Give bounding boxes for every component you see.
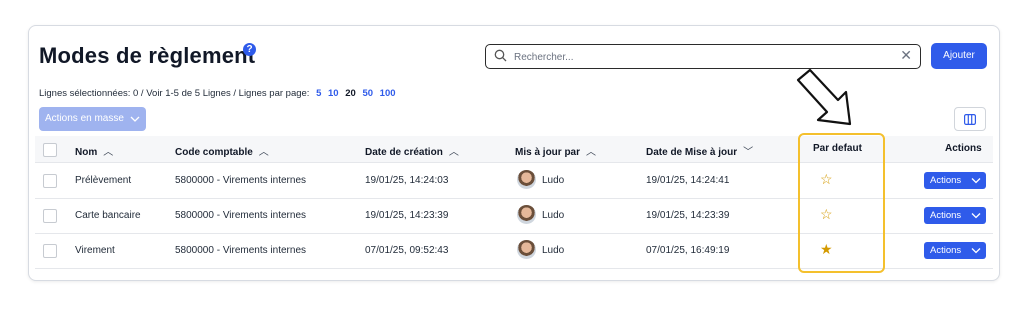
row-code: 5800000 - Virements internes <box>175 245 307 256</box>
row-name: Prélèvement <box>75 175 132 186</box>
row-checkbox[interactable] <box>43 174 57 188</box>
column-header-updated-by[interactable]: Mis à jour par ︿ <box>515 143 596 158</box>
chevron-up-icon: ︿ <box>586 147 597 158</box>
row-created: 19/01/25, 14:24:03 <box>365 175 449 186</box>
row-checkbox[interactable] <box>43 244 57 258</box>
row-checkbox[interactable] <box>43 209 57 223</box>
annotation-arrow-icon <box>796 68 852 126</box>
page-size-option[interactable]: 5 <box>316 88 321 99</box>
chevron-down-icon <box>971 242 981 265</box>
column-header-name[interactable]: Nom ︿ <box>75 143 113 158</box>
add-button[interactable]: Ajouter <box>931 43 987 69</box>
column-header-updated[interactable]: Date de Mise à jour ﹀ <box>646 143 753 158</box>
search-input[interactable] <box>512 47 896 67</box>
row-name: Carte bancaire <box>75 210 141 221</box>
page-size-option[interactable]: 10 <box>328 88 339 99</box>
row-actions-button[interactable]: Actions <box>924 172 986 189</box>
row-updated: 19/01/25, 14:24:41 <box>646 175 730 186</box>
table-info-line: Lignes sélectionnées: 0 / Voir 1-5 de 5 … <box>39 88 396 99</box>
default-column-highlight <box>798 133 885 273</box>
avatar <box>517 240 536 259</box>
row-actions-button[interactable]: Actions <box>924 207 986 224</box>
chevron-up-icon: ︿ <box>448 147 459 158</box>
avatar <box>517 205 536 224</box>
chevron-up-icon: ︿ <box>258 147 269 158</box>
row-created: 07/01/25, 09:52:43 <box>365 245 449 256</box>
page-size-option-active[interactable]: 20 <box>345 88 356 99</box>
mass-actions-label: Actions en masse <box>45 113 124 124</box>
select-all-checkbox[interactable] <box>43 143 57 157</box>
avatar <box>517 170 536 189</box>
row-actions-button[interactable]: Actions <box>924 242 986 259</box>
mass-actions-button[interactable]: Actions en masse <box>39 107 146 131</box>
search-box: ✕ <box>485 44 921 69</box>
page-title: Modes de règlement <box>39 43 256 68</box>
row-updated-by: Ludo <box>542 175 565 186</box>
row-code: 5800000 - Virements internes <box>175 175 307 186</box>
row-name: Virement <box>75 245 115 256</box>
column-header-created[interactable]: Date de création ︿ <box>365 143 459 158</box>
chevron-down-icon <box>971 172 981 195</box>
column-header-code[interactable]: Code comptable ︿ <box>175 143 269 158</box>
clear-search-icon[interactable]: ✕ <box>900 47 912 64</box>
row-updated-by: Ludo <box>542 245 565 256</box>
row-code: 5800000 - Virements internes <box>175 210 307 221</box>
per-page-label: Lignes par page: <box>238 88 310 99</box>
selected-count: Lignes sélectionnées: 0 / <box>39 88 144 99</box>
page-size-option[interactable]: 100 <box>380 88 396 99</box>
chevron-up-icon: ︿ <box>103 147 114 158</box>
page-size-option[interactable]: 50 <box>362 88 373 99</box>
help-icon[interactable]: ? <box>243 43 256 56</box>
columns-icon <box>964 114 976 125</box>
row-updated: 19/01/25, 14:23:39 <box>646 210 730 221</box>
chevron-down-icon <box>971 207 981 230</box>
columns-toggle-button[interactable] <box>954 107 986 131</box>
view-range: Voir 1-5 de 5 Lignes / <box>146 88 237 99</box>
column-header-actions: Actions <box>945 143 982 154</box>
row-updated-by: Ludo <box>542 210 565 221</box>
row-created: 19/01/25, 14:23:39 <box>365 210 449 221</box>
row-updated: 07/01/25, 16:49:19 <box>646 245 730 256</box>
chevron-down-icon: ﹀ <box>743 147 754 158</box>
search-icon <box>494 49 507 62</box>
